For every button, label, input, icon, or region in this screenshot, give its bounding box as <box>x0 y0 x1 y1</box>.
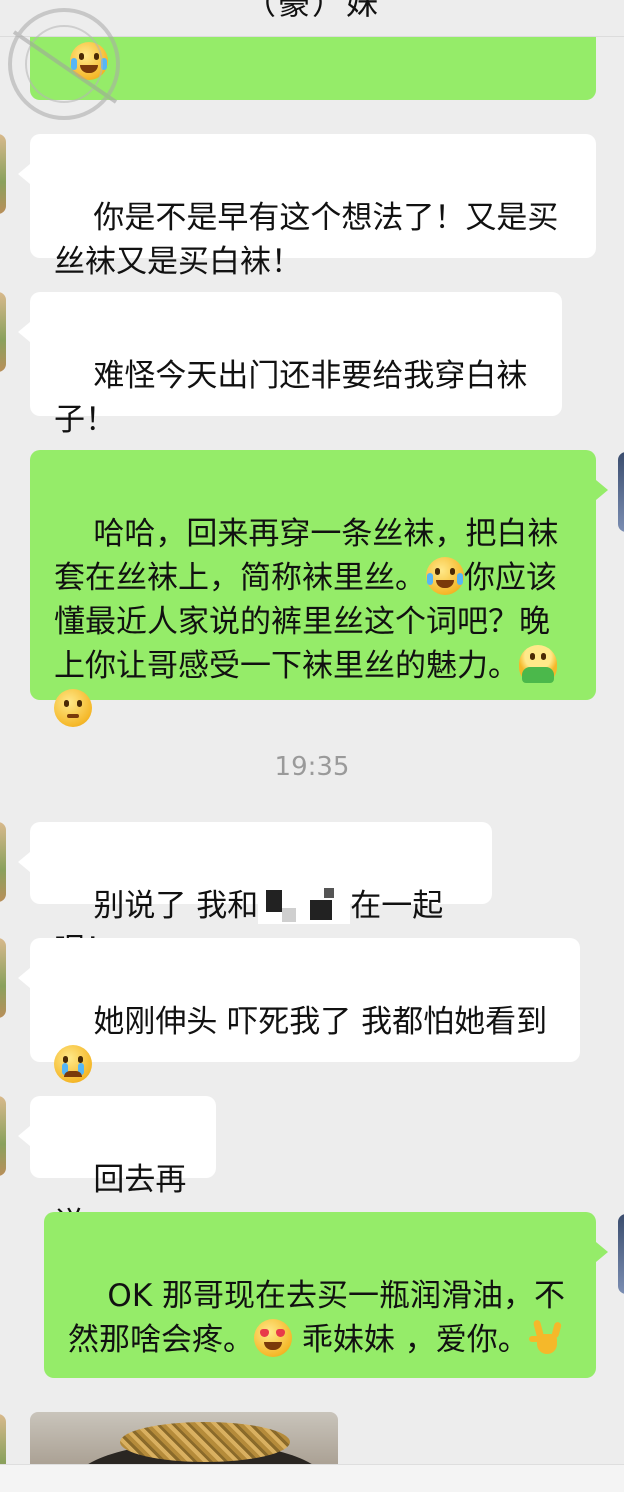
message-text: 她刚伸头 吓死我了 我都怕她看到 <box>93 1004 548 1040</box>
outgoing-message[interactable]: OK 那哥现在去买一瓶润滑油，不然那啥会疼。 乖妹妹 ，爱你。 <box>44 1212 608 1378</box>
contact-avatar[interactable] <box>0 1096 6 1176</box>
contact-avatar[interactable] <box>0 292 6 372</box>
my-avatar[interactable] <box>618 452 624 532</box>
message-text: 难怪今天出门还非要给我穿白袜子！ <box>54 358 528 438</box>
message-text: 别说了 我和 <box>93 888 259 924</box>
watermark-stamp-icon <box>8 8 120 120</box>
contact-avatar[interactable] <box>0 822 6 902</box>
rock-hand-emoji-icon <box>528 1318 565 1358</box>
incoming-message[interactable]: 别说了 我和在一起呢！ <box>18 822 492 968</box>
outgoing-message[interactable]: 哈哈，回来再穿一条丝袜，把白袜套在丝袜上，简称袜里丝。 你应该懂最近人家说的裤里丝… <box>30 450 608 727</box>
hug-emoji-icon <box>519 645 557 683</box>
thinking-emoji-icon <box>54 689 92 727</box>
incoming-message[interactable]: 她刚伸头 吓死我了 我都怕她看到 <box>18 938 580 1083</box>
chat-screen: （豪）妹 你是不是早有这个想法了！又是买丝袜又是买白袜！ 难怪今天出门还非要给我… <box>0 0 624 1492</box>
crying-emoji-icon <box>54 1045 92 1083</box>
incoming-message[interactable]: 你是不是早有这个想法了！又是买丝袜又是买白袜！ <box>18 134 596 280</box>
contact-avatar[interactable] <box>0 938 6 1018</box>
heart-eyes-emoji-icon <box>254 1319 292 1357</box>
laughing-crying-emoji-icon <box>426 557 464 595</box>
message-text: 你是不是早有这个想法了！又是买丝袜又是买白袜！ <box>54 200 559 280</box>
my-avatar[interactable] <box>618 1214 624 1294</box>
redacted-name-mosaic <box>258 884 351 924</box>
bottom-bar <box>0 1464 624 1492</box>
message-timestamp: 19:35 <box>274 752 350 782</box>
contact-avatar[interactable] <box>0 134 6 214</box>
message-text-continued: 乖妹妹 ，爱你。 <box>292 1322 529 1358</box>
incoming-message[interactable]: 难怪今天出门还非要给我穿白袜子！ <box>18 292 562 438</box>
incoming-message[interactable]: 回去再说 <box>18 1096 216 1242</box>
